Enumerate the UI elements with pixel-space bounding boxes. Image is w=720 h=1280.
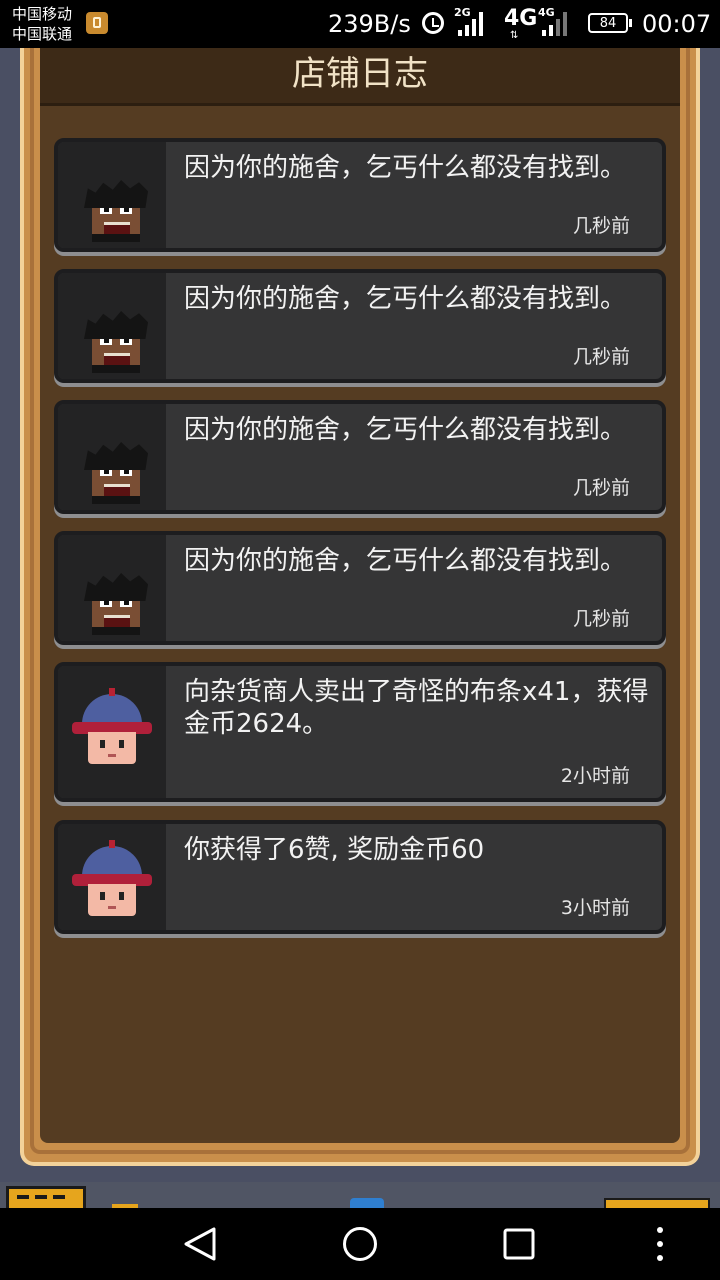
gem-icon[interactable] bbox=[350, 1198, 384, 1208]
shop-menu-button[interactable] bbox=[6, 1186, 86, 1208]
merchant-avatar bbox=[72, 688, 152, 766]
avatar-frame bbox=[58, 142, 166, 248]
log-entry: 因为你的施舍，乞丐什么都没有找到。 几秒前 bbox=[54, 138, 666, 252]
game-bottom-bar bbox=[0, 1182, 720, 1208]
log-timestamp: 3小时前 bbox=[560, 897, 630, 919]
merchant-avatar bbox=[72, 840, 152, 918]
avatar-frame bbox=[58, 273, 166, 379]
avatar-frame bbox=[58, 535, 166, 641]
lte-label: 4G bbox=[504, 6, 538, 31]
log-message: 因为你的施舍，乞丐什么都没有找到。 bbox=[184, 415, 627, 445]
back-icon[interactable] bbox=[183, 1226, 217, 1262]
log-message: 你获得了6赞, 奖励金币60 bbox=[184, 835, 485, 865]
alarm-icon bbox=[422, 12, 444, 34]
action-button[interactable] bbox=[604, 1198, 710, 1208]
log-entry: 向杂货商人卖出了奇怪的布条x41，获得金币2624。 2小时前 bbox=[54, 662, 666, 802]
log-timestamp: 几秒前 bbox=[572, 608, 630, 630]
log-message: 因为你的施舍，乞丐什么都没有找到。 bbox=[184, 284, 627, 314]
avatar-frame bbox=[58, 666, 166, 798]
avatar-frame bbox=[58, 824, 166, 930]
home-icon[interactable] bbox=[342, 1226, 378, 1262]
beggar-avatar bbox=[82, 573, 150, 635]
data-arrows-icon: ⇅ bbox=[510, 30, 519, 41]
status-bar: 中国移动 中国联通 239B/s 2G 4G ⇅ 4G 84 00:07 bbox=[0, 0, 720, 48]
log-entry: 因为你的施舍，乞丐什么都没有找到。 几秒前 bbox=[54, 400, 666, 514]
clock: 00:07 bbox=[642, 10, 712, 38]
log-timestamp: 几秒前 bbox=[572, 346, 630, 368]
avatar-frame bbox=[58, 404, 166, 510]
navigation-bar bbox=[0, 1208, 720, 1280]
more-vert-icon[interactable] bbox=[650, 1224, 670, 1264]
log-entry: 因为你的施舍，乞丐什么都没有找到。 几秒前 bbox=[54, 531, 666, 645]
beggar-avatar bbox=[82, 180, 150, 242]
log-message: 因为你的施舍，乞丐什么都没有找到。 bbox=[184, 153, 627, 183]
network-speed: 239B/s bbox=[328, 10, 411, 38]
sim-lock-icon bbox=[86, 12, 108, 34]
carrier-1: 中国移动 bbox=[12, 5, 73, 23]
beggar-avatar bbox=[82, 311, 150, 373]
beggar-avatar bbox=[82, 442, 150, 504]
log-message: 因为你的施舍，乞丐什么都没有找到。 bbox=[184, 546, 627, 576]
log-timestamp: 几秒前 bbox=[572, 477, 630, 499]
recents-icon[interactable] bbox=[503, 1228, 535, 1260]
log-entry: 因为你的施舍，乞丐什么都没有找到。 几秒前 bbox=[54, 269, 666, 383]
carrier-info: 中国移动 中国联通 bbox=[12, 4, 72, 44]
log-message: 向杂货商人卖出了奇怪的布条x41，获得金币2624。 bbox=[184, 677, 649, 739]
log-entry: 你获得了6赞, 奖励金币60 3小时前 bbox=[54, 820, 666, 934]
page-title: 店铺日志 bbox=[40, 48, 680, 106]
log-timestamp: 2小时前 bbox=[560, 765, 630, 787]
signal-1-icon bbox=[458, 12, 483, 36]
log-timestamp: 几秒前 bbox=[572, 215, 630, 237]
signal-2-icon bbox=[542, 12, 567, 36]
battery-icon: 84 bbox=[588, 13, 632, 33]
carrier-2: 中国联通 bbox=[12, 25, 73, 43]
